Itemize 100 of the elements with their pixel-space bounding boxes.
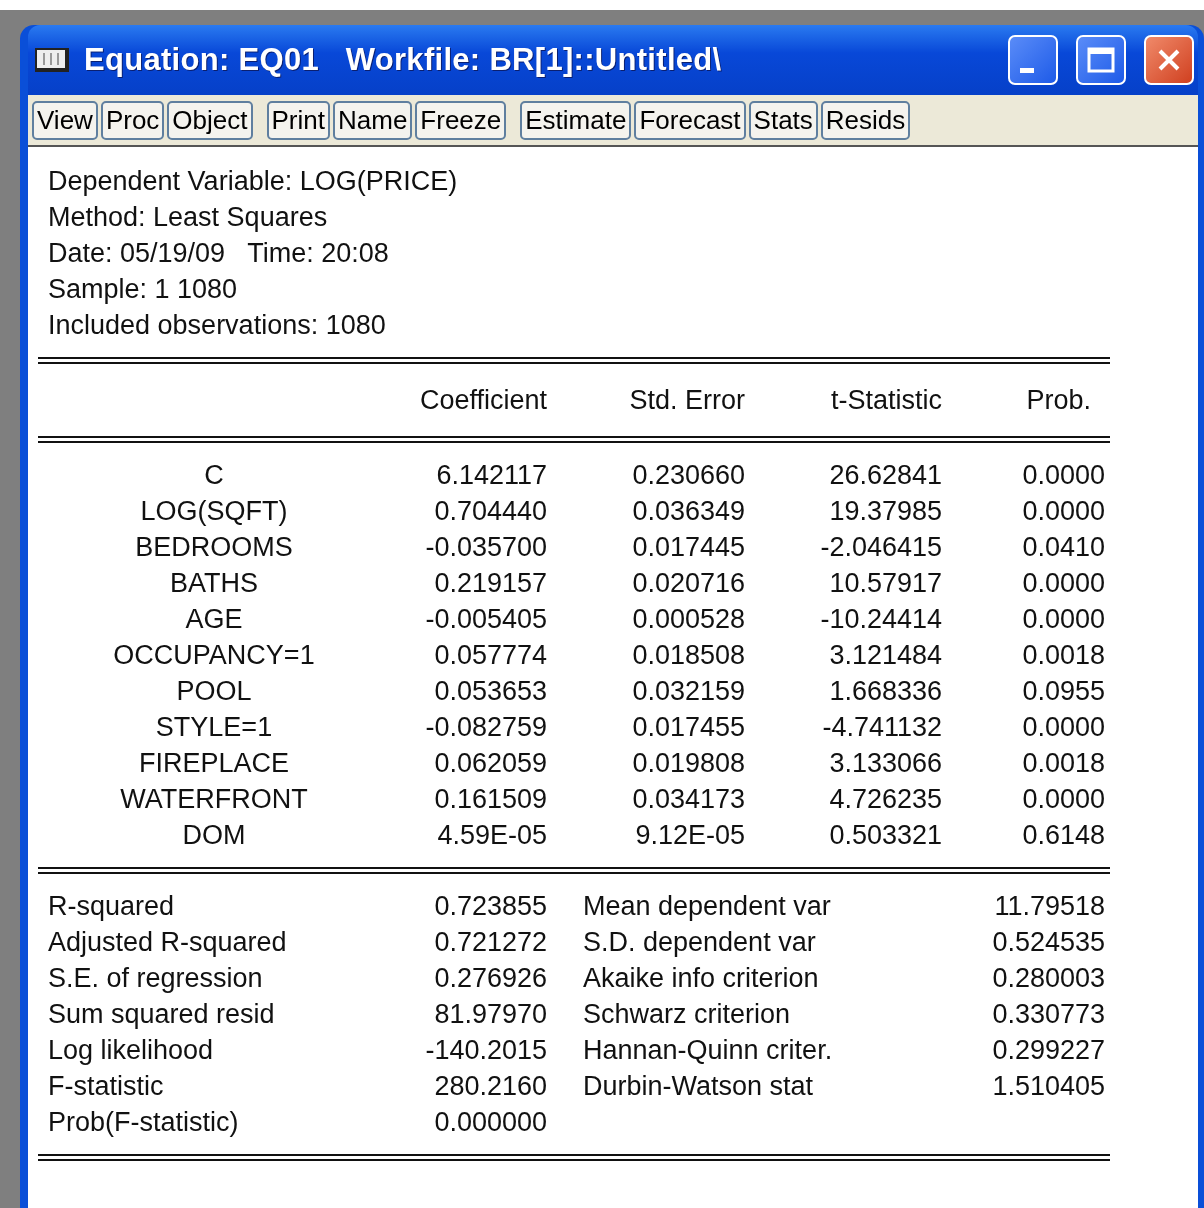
- table-cell-text: 3.133066: [828, 747, 942, 780]
- table-cell-text: 0.0000: [1021, 603, 1105, 636]
- statistic-label: F-statistic: [47, 1070, 165, 1103]
- table-cell-text: 0.036349: [631, 495, 745, 528]
- toolbar-button[interactable]: Stats: [748, 100, 818, 140]
- table-cell-text: 0.0955: [1021, 675, 1105, 708]
- statistic-value: 0.299227: [991, 1034, 1105, 1067]
- toolbar-button[interactable]: Estimate: [520, 100, 632, 140]
- table-cell-text: -0.082759: [424, 711, 547, 744]
- table-cell-text: -10.24414: [819, 603, 942, 636]
- toolbar-button[interactable]: Print: [266, 100, 330, 140]
- window-title: Equation: EQ01 Workfile: BR[1]::Untitled\: [84, 42, 723, 78]
- statistic-label: Durbin-Watson stat: [582, 1070, 815, 1103]
- table-cell-text: 4.726235: [828, 783, 942, 816]
- info-line: Dependent Variable: LOG(PRICE): [47, 165, 459, 198]
- row-label: AGE: [184, 603, 244, 636]
- table-cell-text: 0.6148: [1021, 819, 1105, 852]
- statistic-value: 0.524535: [991, 926, 1105, 959]
- table-cell-text: 0.503321: [828, 819, 942, 852]
- table-cell-text: 0.017445: [631, 531, 745, 564]
- table-cell-text: 0.0000: [1021, 459, 1105, 492]
- row-label: OCCUPANCY=1: [112, 639, 316, 672]
- row-label: FIREPLACE: [137, 747, 290, 780]
- statistic-label: Sum squared resid: [47, 998, 276, 1031]
- toolbar-button[interactable]: Forecast: [634, 100, 746, 140]
- row-label: BEDROOMS: [134, 531, 294, 564]
- table-cell-text: 0.017455: [631, 711, 745, 744]
- row-label: DOM: [181, 819, 247, 852]
- table-cell-text: 0.219157: [433, 567, 547, 600]
- row-label: C: [203, 459, 225, 492]
- statistic-label: Log likelihood: [47, 1034, 215, 1067]
- table-cell-text: 0.057774: [433, 639, 547, 672]
- table-cell-text: 0.053653: [433, 675, 547, 708]
- toolbar-button[interactable]: View: [32, 100, 98, 140]
- statistic-label: Hannan-Quinn criter.: [582, 1034, 834, 1067]
- statistic-value: 0.723855: [433, 890, 547, 923]
- table-cell-text: 0.0410: [1021, 531, 1105, 564]
- table-cell-text: 0.704440: [433, 495, 547, 528]
- table-cell-text: 0.032159: [631, 675, 745, 708]
- statistic-label: R-squared: [47, 890, 176, 923]
- info-line: Sample: 1 1080: [47, 273, 239, 306]
- row-label: STYLE=1: [154, 711, 274, 744]
- toolbar-button[interactable]: Proc: [100, 100, 165, 140]
- statistic-value: 11.79518: [993, 890, 1105, 923]
- table-cell-text: 3.121484: [828, 639, 942, 672]
- info-line: Date: 05/19/09 Time: 20:08: [47, 237, 390, 270]
- row-label: POOL: [175, 675, 253, 708]
- statistic-value: 0.330773: [991, 998, 1105, 1031]
- minimize-button[interactable]: [1008, 35, 1058, 85]
- table-cell-text: 0.0018: [1021, 639, 1105, 672]
- toolbar-button[interactable]: Freeze: [415, 100, 507, 140]
- table-cell-text: 0.0000: [1021, 495, 1105, 528]
- table-cell-text: 19.37985: [828, 495, 942, 528]
- statistic-label: Adjusted R-squared: [47, 926, 288, 959]
- table-cell-text: 0.062059: [433, 747, 547, 780]
- maximize-icon: [1086, 45, 1116, 75]
- toolbar-button[interactable]: Name: [333, 100, 413, 140]
- table-cell-text: 9.12E-05: [634, 819, 745, 852]
- statistic-label: S.D. dependent var: [582, 926, 817, 959]
- close-button[interactable]: [1144, 35, 1194, 85]
- table-cell-text: 0.020716: [631, 567, 745, 600]
- table-cell-text: 26.62841: [828, 459, 942, 492]
- table-cell-text: 0.0000: [1021, 783, 1105, 816]
- table-cell-text: 0.230660: [631, 459, 745, 492]
- statistic-label: Akaike info criterion: [582, 962, 820, 995]
- statistic-value: 1.510405: [991, 1070, 1105, 1103]
- info-line: Method: Least Squares: [47, 201, 329, 234]
- table-cell-text: 0.161509: [433, 783, 547, 816]
- row-label: LOG(SQFT): [139, 495, 289, 528]
- statistic-value: 0.280003: [991, 962, 1105, 995]
- maximize-button[interactable]: [1076, 35, 1126, 85]
- statistic-label: Mean dependent var: [582, 890, 832, 923]
- statistic-label: Schwarz criterion: [582, 998, 792, 1031]
- table-cell-text: 6.142117: [435, 459, 547, 492]
- table-cell-text: 1.668336: [828, 675, 942, 708]
- toolbar-button[interactable]: Object: [167, 100, 253, 140]
- column-header: Std. Error: [628, 384, 745, 417]
- table-cell-text: 4.59E-05: [436, 819, 547, 852]
- row-label: WATERFRONT: [119, 783, 309, 816]
- table-cell-text: 0.018508: [631, 639, 745, 672]
- info-line: Included observations: 1080: [47, 309, 387, 342]
- row-label: BATHS: [169, 567, 259, 600]
- statistic-value: 81.97970: [433, 998, 547, 1031]
- column-header: t-Statistic: [829, 384, 942, 417]
- statistic-value: 0.000000: [433, 1106, 547, 1139]
- table-cell-text: -0.035700: [424, 531, 547, 564]
- table-cell-text: 0.019808: [631, 747, 745, 780]
- minimize-icon: [1020, 67, 1034, 73]
- table-cell-text: 0.0018: [1021, 747, 1105, 780]
- table-cell-text: -0.005405: [424, 603, 547, 636]
- statistic-value: 0.276926: [433, 962, 547, 995]
- table-cell-text: -4.741132: [821, 711, 942, 744]
- statistic-value: 0.721272: [433, 926, 547, 959]
- toolbar-button[interactable]: Resids: [820, 100, 911, 140]
- table-cell-text: 0.034173: [631, 783, 745, 816]
- table-cell-text: -2.046415: [819, 531, 942, 564]
- table-cell-text: 0.0000: [1021, 711, 1105, 744]
- table-cell-text: 0.0000: [1021, 567, 1105, 600]
- statistic-value: 280.2160: [433, 1070, 547, 1103]
- table-cell-text: 0.000528: [631, 603, 745, 636]
